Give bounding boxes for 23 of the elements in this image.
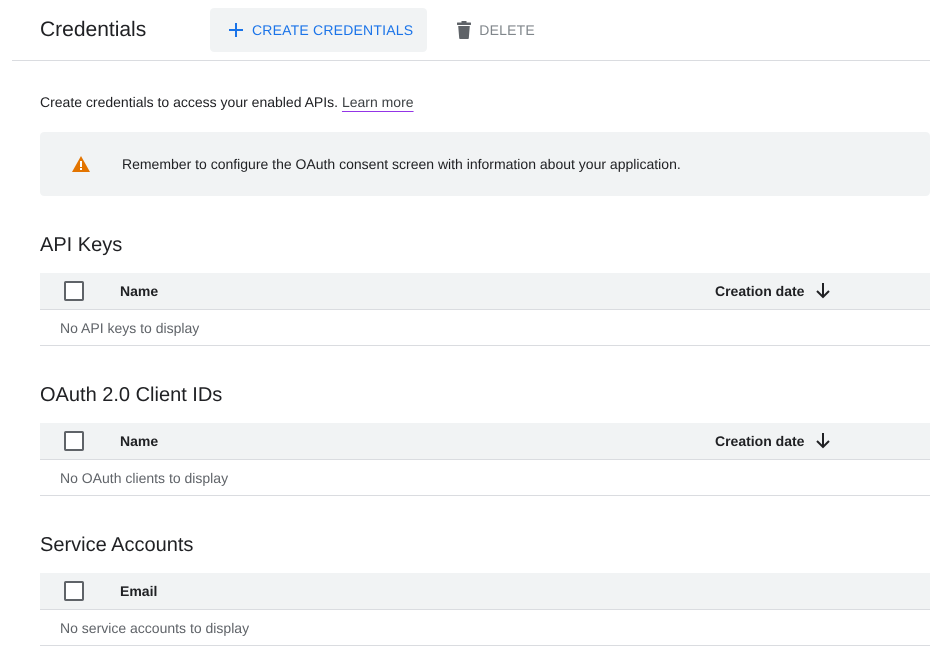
- arrow-down-icon[interactable]: [816, 433, 830, 449]
- plus-icon: [228, 22, 244, 38]
- select-all-checkbox[interactable]: [64, 281, 84, 301]
- alert-text: Remember to configure the OAuth consent screen with information about your application.: [122, 156, 681, 172]
- column-header[interactable]: Email: [120, 583, 158, 599]
- create-button[interactable]: CREATE CREDENTIALS: [210, 8, 428, 52]
- section-title: Service Accounts: [40, 534, 194, 557]
- section-title: OAuth 2.0 Client IDs: [40, 384, 224, 407]
- section-title: API Keys: [40, 234, 124, 257]
- learn-more-link[interactable]: Learn more: [342, 94, 414, 110]
- column-header[interactable]: Creation date: [715, 283, 804, 299]
- select-all-checkbox[interactable]: [64, 581, 84, 601]
- arrow-down-icon[interactable]: [816, 283, 830, 299]
- intro-text: Create credentials to access your enabled APIs.: [40, 94, 338, 110]
- empty-message: No OAuth clients to display: [60, 470, 228, 486]
- empty-message: No API keys to display: [60, 320, 200, 336]
- page-title: Credentials: [40, 18, 148, 42]
- empty-message: No service accounts to display: [60, 620, 250, 636]
- column-header[interactable]: Creation date: [715, 433, 804, 449]
- trash-icon: [457, 21, 472, 39]
- column-header[interactable]: Name: [120, 433, 158, 449]
- column-header[interactable]: Name: [120, 283, 158, 299]
- select-all-checkbox[interactable]: [64, 431, 84, 451]
